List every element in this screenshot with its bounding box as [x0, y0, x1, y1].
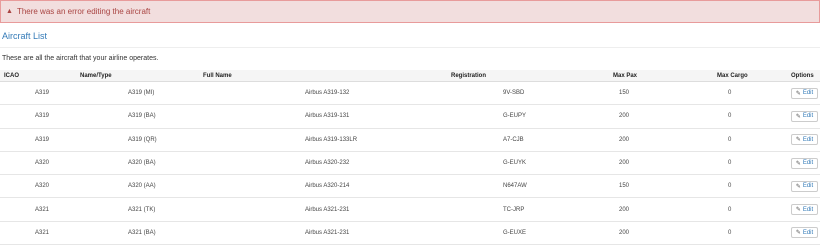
cell-full-name: Airbus A321-231	[305, 229, 350, 236]
column-header-max-pax: Max Pax	[613, 72, 638, 79]
column-header-name-type: Name/Type	[80, 72, 112, 79]
table-row: A319 A319 (MI) Airbus A319-132 9V-SBD 150 0 ✎ E…	[0, 82, 820, 106]
edit-button-label: Edit	[802, 229, 814, 236]
cell-name-type: A320 (AA)	[128, 183, 156, 190]
cell-max-pax: 200	[619, 113, 630, 120]
cell-full-name: Airbus A320-232	[305, 160, 350, 167]
pencil-icon: ✎	[795, 90, 801, 97]
table-row: A320 A320 (AA) Airbus A320-214 N647AW 150 0 ✎ E…	[0, 175, 820, 199]
column-header-registration: Registration	[451, 72, 487, 79]
cell-registration: TC-JRP	[503, 206, 525, 213]
page-title[interactable]: Aircraft List	[2, 31, 47, 41]
cell-name-type: A319 (BA)	[128, 113, 156, 120]
cell-max-cargo: 0	[728, 229, 732, 236]
cell-full-name: Airbus A321-231	[305, 206, 350, 213]
cell-max-pax: 150	[619, 183, 630, 190]
cell-max-cargo: 0	[728, 136, 732, 143]
aircraft-table: ICAO Name/Type Full Name Registration Ma…	[0, 70, 820, 245]
cell-max-cargo: 0	[728, 183, 732, 190]
table-row: A321 A321 (BA) Airbus A321-231 G-EUXE 200 0 ✎ E…	[0, 222, 820, 245]
pencil-icon: ✎	[795, 137, 801, 144]
cell-options: ✎ Edit	[791, 105, 818, 127]
cell-options: ✎ Edit	[791, 82, 818, 104]
cell-options: ✎ Edit	[791, 222, 818, 244]
table-row: A321 A321 (TK) Airbus A321-231 TC-JRP 200 0 ✎ E…	[0, 198, 820, 222]
cell-registration: 9V-SBD	[503, 90, 525, 97]
cell-max-pax: 200	[619, 160, 630, 167]
edit-button-label: Edit	[802, 206, 814, 213]
cell-registration: G-EUXE	[503, 229, 527, 236]
edit-button[interactable]: ✎ Edit	[791, 110, 818, 122]
pencil-icon: ✎	[795, 113, 801, 120]
column-header-max-cargo: Max Cargo	[717, 72, 748, 79]
cell-max-pax: 200	[619, 136, 630, 143]
cell-name-type: A321 (BA)	[128, 229, 156, 236]
edit-button-label: Edit	[802, 136, 814, 143]
pencil-icon: ✎	[795, 183, 801, 190]
cell-name-type: A320 (BA)	[128, 160, 156, 167]
cell-max-cargo: 0	[728, 206, 732, 213]
title-divider	[0, 47, 820, 48]
warning-icon: ▲	[6, 8, 13, 15]
cell-name-type: A319 (MI)	[128, 90, 155, 97]
cell-full-name: Airbus A320-214	[305, 183, 350, 190]
pencil-icon: ✎	[795, 207, 801, 214]
edit-button-label: Edit	[802, 113, 814, 120]
edit-button[interactable]: ✎ Edit	[791, 87, 818, 99]
cell-max-cargo: 0	[728, 160, 732, 167]
cell-max-pax: 200	[619, 206, 630, 213]
table-row: A319 A319 (QR) Airbus A319-133LR A7-CJB 200 0…	[0, 129, 820, 152]
cell-options: ✎ Edit	[791, 129, 818, 151]
cell-name-type: A321 (TK)	[128, 206, 156, 213]
cell-full-name: Airbus A319-131	[305, 113, 350, 120]
cell-options: ✎ Edit	[791, 175, 818, 197]
cell-icao: A319	[35, 136, 50, 143]
edit-button-label: Edit	[802, 90, 814, 97]
cell-full-name: Airbus A319-132	[305, 90, 350, 97]
edit-button[interactable]: ✎ Edit	[791, 204, 818, 216]
cell-icao: A321	[35, 229, 50, 236]
edit-button[interactable]: ✎ Edit	[791, 227, 818, 239]
cell-name-type: A319 (QR)	[128, 136, 157, 143]
cell-icao: A319	[35, 113, 50, 120]
cell-icao: A320	[35, 160, 50, 167]
cell-registration: A7-CJB	[503, 136, 524, 143]
pencil-icon: ✎	[795, 230, 801, 237]
table-header: ICAO Name/Type Full Name Registration Ma…	[0, 70, 820, 82]
cell-icao: A321	[35, 206, 50, 213]
cell-icao: A320	[35, 183, 50, 190]
error-alert: ▲ There was an error editing the aircraf…	[0, 0, 820, 23]
table-body: A319 A319 (MI) Airbus A319-132 9V-SBD 150 0 ✎ E…	[0, 82, 820, 245]
cell-icao: A319	[35, 90, 50, 97]
edit-button-label: Edit	[802, 160, 814, 167]
cell-full-name: Airbus A319-133LR	[305, 136, 358, 143]
pencil-icon: ✎	[795, 160, 801, 167]
cell-registration: G-EUPY	[503, 113, 527, 120]
cell-max-pax: 200	[619, 229, 630, 236]
cell-options: ✎ Edit	[791, 198, 818, 220]
column-header-options: Options	[791, 72, 814, 79]
table-row: A320 A320 (BA) Airbus A320-232 G-EUYK 200 0 ✎ E…	[0, 152, 820, 176]
edit-button[interactable]: ✎ Edit	[791, 134, 818, 146]
cell-options: ✎ Edit	[791, 152, 818, 174]
cell-registration: N647AW	[503, 183, 527, 190]
edit-button[interactable]: ✎ Edit	[791, 157, 818, 169]
cell-max-pax: 150	[619, 90, 630, 97]
cell-max-cargo: 0	[728, 90, 732, 97]
edit-button[interactable]: ✎ Edit	[791, 180, 818, 192]
error-message: There was an error editing the aircraft	[16, 7, 151, 16]
column-header-full-name: Full Name	[203, 72, 232, 79]
column-header-icao: ICAO	[4, 72, 19, 79]
cell-max-cargo: 0	[728, 113, 732, 120]
cell-registration: G-EUYK	[503, 160, 527, 167]
page-subtitle: These are all the aircraft that your air…	[2, 55, 159, 62]
edit-button-label: Edit	[802, 183, 814, 190]
table-row: A319 A319 (BA) Airbus A319-131 G-EUPY 200 0 ✎ E…	[0, 105, 820, 129]
